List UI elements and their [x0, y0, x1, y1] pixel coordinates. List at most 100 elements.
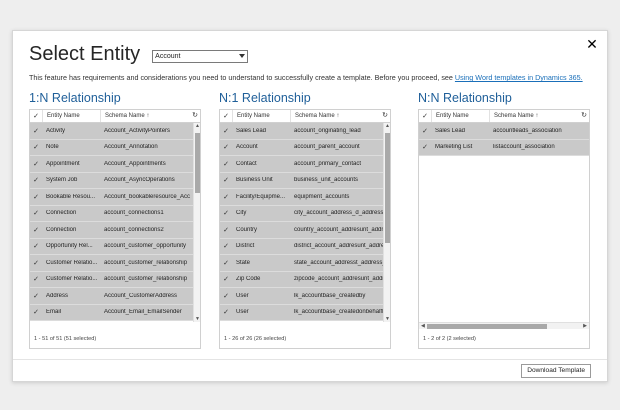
table-row[interactable]: ✓ Contact account_primary_contact: [220, 156, 384, 173]
table-row[interactable]: ✓ Opportunity Rel... account_customer_oppo…: [30, 238, 194, 255]
schema-name: account_connections1: [104, 210, 164, 217]
table-row[interactable]: ✓ Email Account_Email_EmailSender: [30, 304, 194, 321]
refresh-icon[interactable]: ↻: [581, 111, 587, 119]
entity-name: Activity: [46, 127, 66, 134]
schema-name: Account_CustomerAddress: [104, 292, 178, 299]
table-row[interactable]: ✓ Sales Lead account_originating_lead: [220, 123, 384, 140]
schema-name: Account_AsyncOperations: [104, 177, 175, 184]
scroll-down-icon[interactable]: ▼: [384, 316, 391, 322]
table-row[interactable]: ✓ User lk_accountbase_createdonbehalfby: [220, 304, 384, 321]
column-entity-name[interactable]: Entity Name: [232, 110, 290, 122]
schema-name: Account_Email_EmailSender: [104, 309, 182, 316]
column-schema-name[interactable]: Schema Name ↑: [290, 110, 390, 122]
check-icon: ✓: [33, 127, 39, 135]
entity-name: Zip Code: [236, 276, 261, 283]
check-icon: ✓: [33, 144, 39, 152]
grid-count: 1 - 2 of 2 (2 selected): [423, 336, 476, 342]
entity-name: City: [236, 210, 247, 217]
table-row[interactable]: ✓ Facility/Equipme... equipment_accounts: [220, 189, 384, 206]
entity-select[interactable]: Account: [152, 50, 249, 63]
entity-name: Account: [236, 144, 258, 151]
check-icon: ✓: [223, 177, 229, 185]
refresh-icon[interactable]: ↻: [382, 111, 388, 119]
column-schema-name[interactable]: Schema Name ↑: [489, 110, 589, 122]
entity-name: Connection: [46, 210, 77, 217]
select-all-check-icon[interactable]: ✓: [419, 112, 431, 120]
table-row[interactable]: ✓ Customer Relatio... account_customer_rel…: [30, 255, 194, 272]
word-templates-link[interactable]: Using Word templates in Dynamics 365.: [455, 73, 583, 82]
check-icon: ✓: [422, 127, 428, 135]
scroll-left-icon[interactable]: ◀: [421, 323, 425, 330]
table-row[interactable]: ✓ Sales Lead accountleads_association: [419, 123, 589, 140]
table-row[interactable]: ✓ Country country_account_addresunt_addres…: [220, 222, 384, 239]
download-template-button[interactable]: Download Template: [521, 364, 591, 378]
entity-name: User: [236, 292, 249, 299]
notice-text: This feature has requirements and consid…: [29, 73, 455, 82]
table-row[interactable]: ✓ User lk_accountbase_createdby: [220, 288, 384, 305]
sort-up-icon: ↑: [535, 113, 539, 119]
table-row[interactable]: ✓ System Job Account_AsyncOperations: [30, 172, 194, 189]
check-icon: ✓: [223, 210, 229, 218]
close-icon[interactable]: ✕: [585, 37, 599, 51]
column-entity-name[interactable]: Entity Name: [431, 110, 489, 122]
table-row[interactable]: ✓ Appointment Account_Appointments: [30, 156, 194, 173]
table-row[interactable]: ✓ Address Account_CustomerAddress: [30, 288, 194, 305]
select-entity-dialog: ✕ Select Entity Account This feature has…: [12, 30, 608, 382]
table-row[interactable]: ✓ Activity Account_ActivityPointers: [30, 123, 194, 140]
entity-name: Contact: [236, 160, 257, 167]
scroll-thumb[interactable]: [195, 133, 200, 193]
schema-name: lk_accountbase_createdonbehalfby: [294, 309, 384, 316]
entity-name: Facility/Equipme...: [236, 193, 286, 200]
schema-name: account_parent_account: [294, 144, 360, 151]
table-row[interactable]: ✓ Note Account_Annotation: [30, 139, 194, 156]
table-row[interactable]: ✓ Account account_parent_account: [220, 139, 384, 156]
table-row[interactable]: ✓ City city_account_address_d_address_ci: [220, 205, 384, 222]
entity-name: Appointment: [46, 160, 80, 167]
check-icon: ✓: [223, 259, 229, 267]
check-icon: ✓: [223, 292, 229, 300]
grid-header: ✓ Entity Name Schema Name ↑ ↻: [220, 110, 390, 123]
table-row[interactable]: ✓ Connection account_connections1: [30, 205, 194, 222]
scroll-up-icon[interactable]: ▲: [194, 123, 201, 129]
horizontal-scrollbar[interactable]: ◀ ▶: [419, 322, 589, 329]
scroll-up-icon[interactable]: ▲: [384, 123, 391, 129]
column-schema-name[interactable]: Schema Name ↑: [100, 110, 200, 122]
schema-name: state_account_addresst_address_: [294, 259, 384, 266]
group-1-n-relationship: 1:N Relationship ✓ Entity Name Schema Na…: [29, 91, 201, 349]
table-row[interactable]: ✓ Bookable Resou... Account_bookableresour…: [30, 189, 194, 206]
column-entity-name[interactable]: Entity Name: [42, 110, 100, 122]
refresh-icon[interactable]: ↻: [192, 111, 198, 119]
scroll-down-icon[interactable]: ▼: [194, 316, 201, 322]
table-row[interactable]: ✓ Marketing List listaccount_association: [419, 139, 589, 156]
title-row: Select Entity Account: [29, 43, 249, 66]
check-icon: ✓: [33, 276, 39, 284]
scroll-thumb[interactable]: [385, 133, 390, 243]
schema-name: Account_Annotation: [104, 144, 158, 151]
table-row[interactable]: ✓ State state_account_addresst_address_: [220, 255, 384, 272]
check-icon: ✓: [33, 226, 39, 234]
table-row[interactable]: ✓ Connection account_connections2: [30, 222, 194, 239]
table-row[interactable]: ✓ Customer Relatio... account_customer_rel…: [30, 271, 194, 288]
scroll-right-icon[interactable]: ▶: [583, 323, 587, 330]
grid-header: ✓ Entity Name Schema Name ↑ ↻: [30, 110, 200, 123]
sort-up-icon: ↑: [336, 113, 340, 119]
check-icon: ✓: [33, 160, 39, 168]
dialog-title: Select Entity: [29, 43, 141, 65]
schema-name: Account_ActivityPointers: [104, 127, 171, 134]
select-all-check-icon[interactable]: ✓: [220, 112, 232, 120]
entity-name: User: [236, 309, 249, 316]
entity-name: Address: [46, 292, 69, 299]
relationship-grid: ✓ Entity Name Schema Name ↑ ↻ ✓ Sales Lea…: [219, 109, 391, 349]
select-all-check-icon[interactable]: ✓: [30, 112, 42, 120]
table-row[interactable]: ✓ Business Unit business_unit_accounts: [220, 172, 384, 189]
table-row[interactable]: ✓ Zip Code zipcode_account_addresunt_addre…: [220, 271, 384, 288]
vertical-scrollbar[interactable]: ▲ ▼: [193, 123, 200, 322]
scroll-thumb[interactable]: [427, 324, 547, 329]
entity-name: Note: [46, 144, 59, 151]
entity-name: Sales Lead: [435, 127, 466, 134]
schema-name: equipment_accounts: [294, 193, 350, 200]
relationship-grid: ✓ Entity Name Schema Name ↑ ↻ ✓ Sales Lea…: [418, 109, 590, 349]
vertical-scrollbar[interactable]: ▲ ▼: [383, 123, 390, 322]
group-title: N:N Relationship: [418, 91, 512, 105]
table-row[interactable]: ✓ District district_account_addresunt_addr…: [220, 238, 384, 255]
